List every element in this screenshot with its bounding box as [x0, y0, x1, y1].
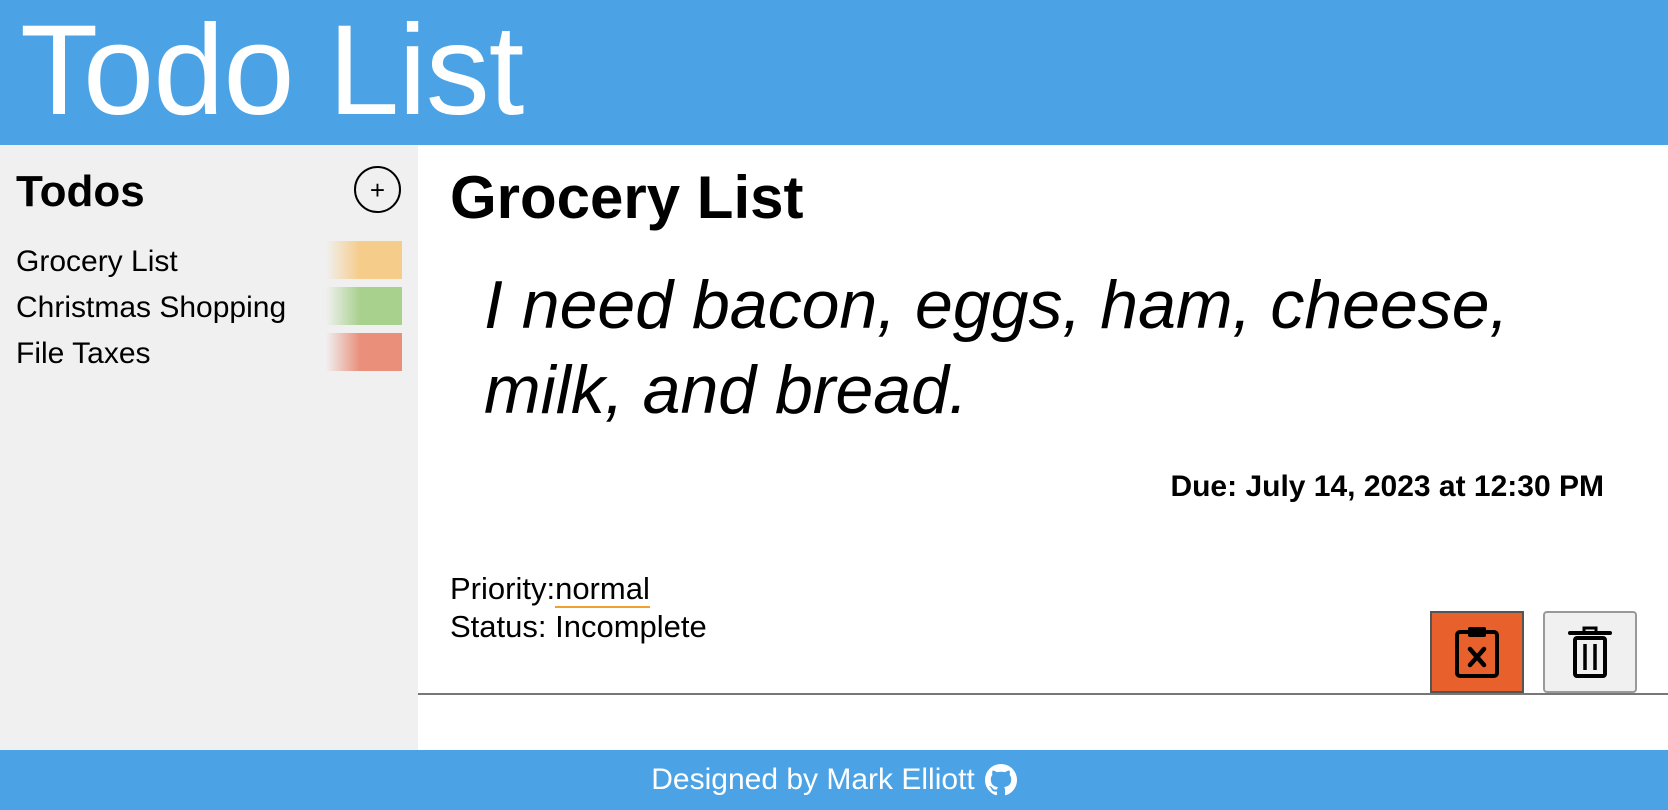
trash-icon [1568, 626, 1612, 678]
todo-list: Grocery List Christmas Shopping File Tax… [16, 239, 402, 377]
plus-icon: + [369, 174, 386, 205]
status-text: Status: Incomplete [450, 609, 707, 645]
todo-item-label: Christmas Shopping [16, 291, 287, 324]
todo-detail: Grocery List I need bacon, eggs, ham, ch… [418, 145, 1668, 750]
priority-row: Priority:normal [450, 570, 707, 608]
priority-swatch [326, 241, 402, 279]
todo-title: Grocery List [450, 164, 804, 231]
priority-swatch [326, 333, 402, 371]
sidebar-title: Todos [16, 167, 145, 216]
sidebar: Todos + Grocery List Christmas Shopping … [0, 145, 418, 750]
todo-item-grocery-list[interactable]: Grocery List [16, 239, 402, 285]
priority-value: normal [555, 571, 650, 608]
app-title: Todo List [20, 0, 524, 142]
priority-swatch [326, 287, 402, 325]
divider [418, 693, 1668, 695]
app-header: Todo List [0, 0, 1668, 145]
priority-label: Priority: [450, 571, 556, 606]
todo-meta: Priority:normal Status: Incomplete [450, 570, 707, 647]
todo-item-label: Grocery List [16, 245, 178, 278]
todo-item-christmas-shopping[interactable]: Christmas Shopping [16, 285, 402, 331]
todo-item-label: File Taxes [16, 337, 151, 370]
todo-due-date: Due: July 14, 2023 at 12:30 PM [1170, 470, 1604, 503]
add-todo-button[interactable]: + [354, 166, 401, 213]
clipboard-x-icon [1455, 627, 1499, 678]
todo-description: I need bacon, eggs, ham, cheese, milk, a… [484, 267, 1509, 428]
footer: Designed by Mark Elliott [0, 750, 1668, 810]
delete-button[interactable] [1543, 611, 1637, 693]
github-icon[interactable] [984, 764, 1017, 796]
todo-item-file-taxes[interactable]: File Taxes [16, 331, 402, 377]
mark-complete-button[interactable] [1430, 611, 1524, 693]
footer-credit: Designed by Mark Elliott [651, 763, 975, 796]
